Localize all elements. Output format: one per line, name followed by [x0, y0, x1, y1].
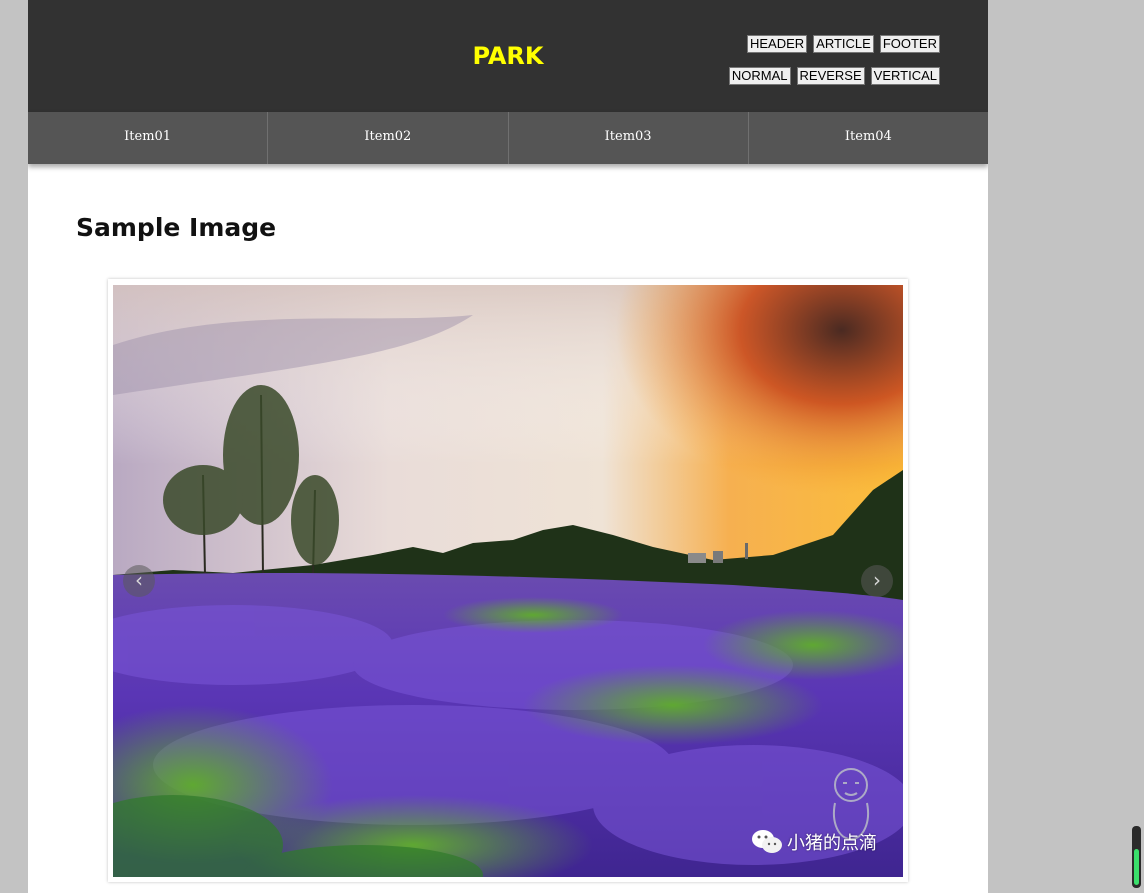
carousel-photo: ‹ › 小猪的点滴 [113, 285, 903, 877]
reverse-button[interactable]: REVERSE [796, 67, 865, 85]
carousel-next-button[interactable]: › [861, 565, 893, 597]
vertical-button[interactable]: VERTICAL [870, 67, 940, 85]
header-button[interactable]: HEADER [746, 35, 808, 53]
watermark: 小猪的点滴 [751, 829, 877, 855]
footer-button[interactable]: FOOTER [879, 35, 940, 53]
lavender-field-image [113, 285, 903, 877]
image-carousel: ‹ › 小猪的点滴 [108, 279, 908, 882]
nav-item-04[interactable]: Item04 [749, 112, 988, 164]
normal-button[interactable]: NORMAL [728, 67, 791, 85]
article-button[interactable]: ARTICLE [813, 35, 874, 53]
chevron-right-icon: › [873, 568, 881, 592]
nav-item-03[interactable]: Item03 [509, 112, 749, 164]
window-scrollbar[interactable] [1132, 826, 1141, 888]
main-nav: Item01 Item02 Item03 Item04 [28, 112, 988, 164]
carousel-prev-button[interactable]: ‹ [123, 565, 155, 597]
page-container: PARK HEADER ARTICLE FOOTER NORMAL REVERS… [28, 0, 988, 893]
watermark-text: 小猪的点滴 [787, 833, 877, 854]
site-header: PARK HEADER ARTICLE FOOTER NORMAL REVERS… [28, 0, 988, 112]
nav-item-01[interactable]: Item01 [28, 112, 269, 164]
layout-button-group: HEADER ARTICLE FOOTER [746, 35, 940, 53]
direction-button-group: NORMAL REVERSE VERTICAL [728, 67, 940, 85]
nav-item-02[interactable]: Item02 [268, 112, 509, 164]
section-heading: Sample Image [76, 213, 277, 242]
chevron-left-icon: ‹ [135, 568, 143, 592]
scrollbar-thumb[interactable] [1134, 849, 1139, 885]
wechat-icon [752, 830, 782, 853]
